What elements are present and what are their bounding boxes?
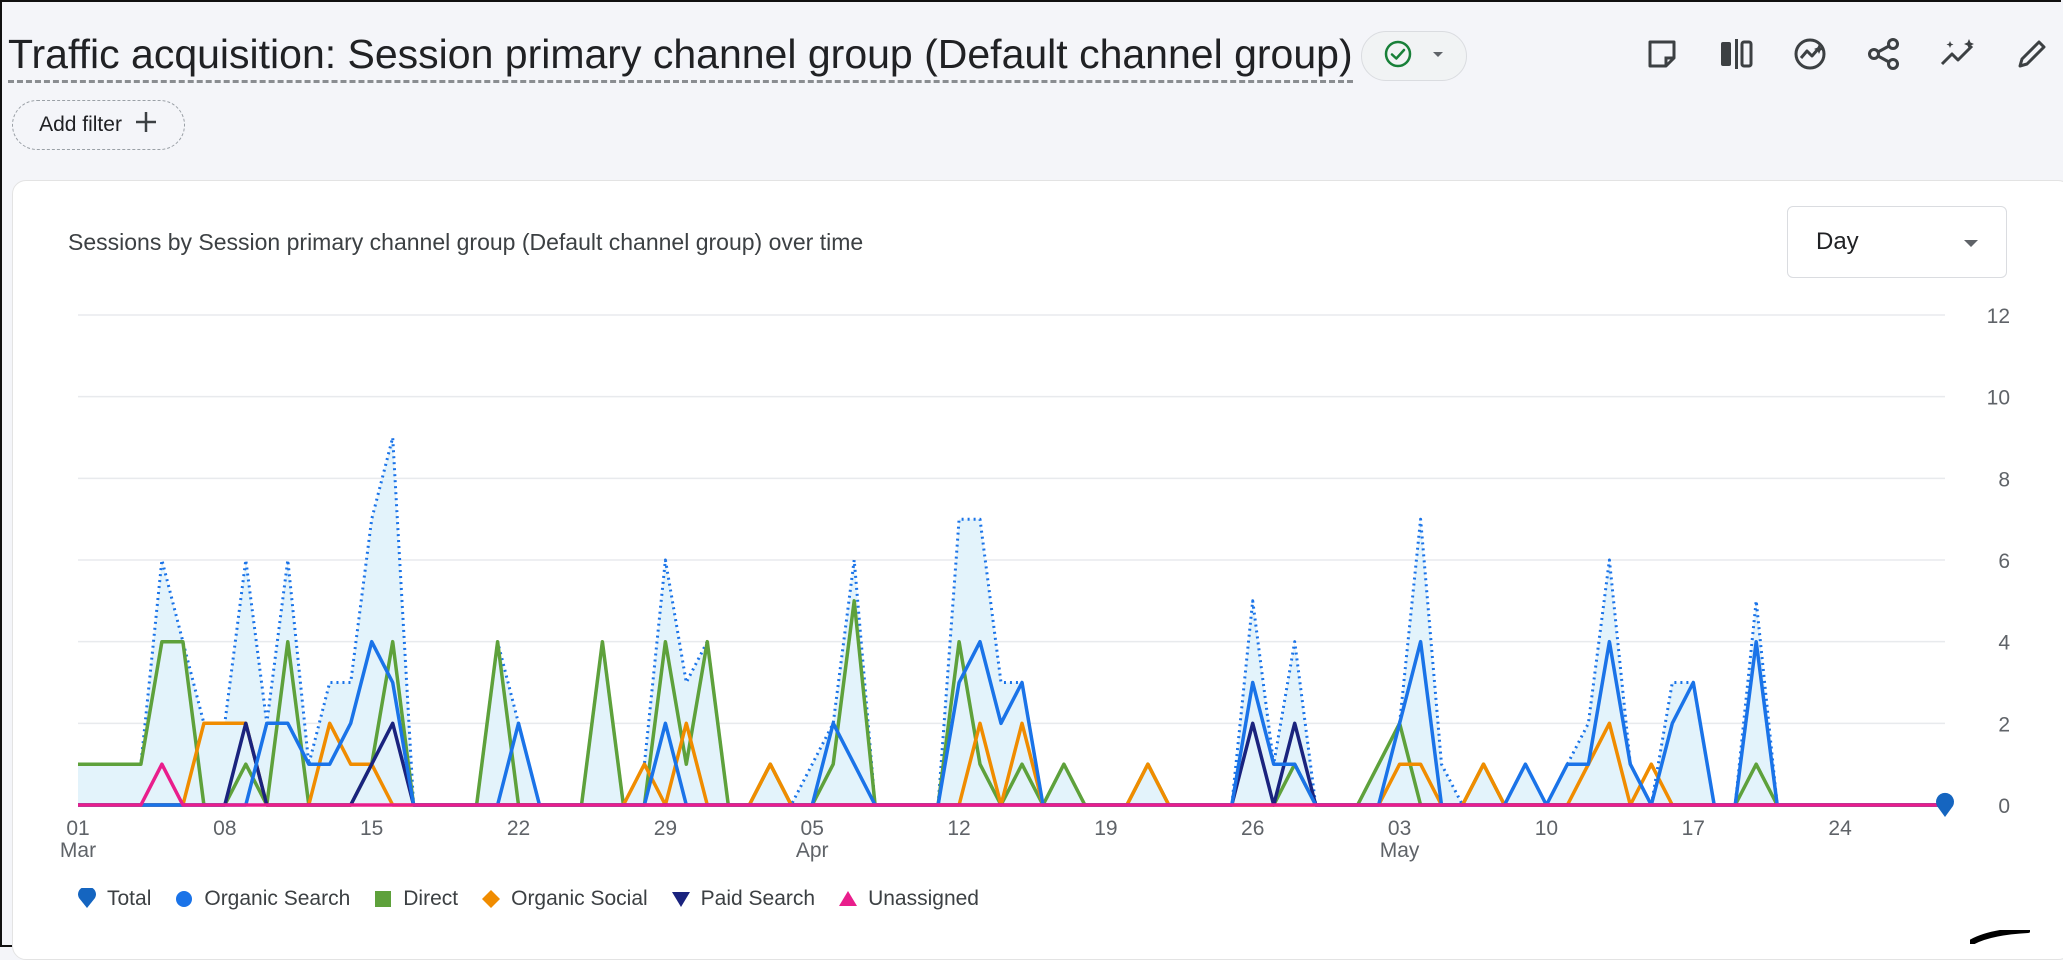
diamond-marker-icon xyxy=(482,890,501,908)
y-tick-layer: 0 2 4 6 8 10 12 xyxy=(1987,305,2011,818)
x-tick-label: 12 xyxy=(947,817,970,840)
legend-item-paid-search[interactable]: Paid Search xyxy=(670,887,815,911)
y-tick-label: 4 xyxy=(1998,632,2010,655)
square-marker-icon xyxy=(375,891,392,907)
x-tick-label: 15 xyxy=(360,817,383,840)
y-tick-label: 6 xyxy=(1998,550,2010,573)
y-tick-label: 0 xyxy=(1998,795,2010,818)
triangle-up-marker-icon xyxy=(839,891,858,906)
x-tick-label: 26 xyxy=(1241,817,1264,840)
legend-item-unassigned[interactable]: Unassigned xyxy=(837,887,979,911)
x-tick-label: 19 xyxy=(1094,817,1117,840)
legend-item-organic-social[interactable]: Organic Social xyxy=(480,887,648,911)
x-tick-label: 17 xyxy=(1682,817,1705,840)
x-tick-label: 10 xyxy=(1535,817,1558,840)
y-tick-label: 10 xyxy=(1987,387,2010,410)
x-tick-month-label: Apr xyxy=(796,839,829,862)
corner-mark xyxy=(1970,930,2030,944)
x-tick-label: 22 xyxy=(507,817,530,840)
legend-label: Unassigned xyxy=(868,887,979,910)
legend-item-total[interactable]: Total xyxy=(76,887,151,911)
circle-marker-icon xyxy=(176,891,193,907)
triangle-down-marker-icon xyxy=(671,892,690,907)
legend-label: Organic Social xyxy=(511,887,648,910)
x-tick-month-label: Mar xyxy=(60,839,96,862)
y-tick-label: 2 xyxy=(1998,713,2010,736)
legend-item-organic-search[interactable]: Organic Search xyxy=(173,887,350,911)
legend-item-direct[interactable]: Direct xyxy=(372,887,458,911)
x-tick-label: 29 xyxy=(654,817,677,840)
chart-legend: Total Organic Search Direct Organic Social P… xyxy=(76,884,979,914)
x-tick-label: 24 xyxy=(1828,817,1852,840)
legend-label: Paid Search xyxy=(700,887,816,910)
x-tick-label: 01 xyxy=(66,817,89,840)
y-tick-label: 8 xyxy=(1998,468,2010,491)
legend-label: Total xyxy=(107,887,152,910)
legend-label: Organic Search xyxy=(204,887,351,910)
x-tick-layer: 01Mar 08 15 22 29 05Apr 12 19 26 03May 10 17 24 xyxy=(60,817,1852,862)
y-tick-label: 12 xyxy=(1987,305,2010,328)
teardrop-marker-icon xyxy=(78,888,96,908)
legend-label: Direct xyxy=(403,887,459,910)
x-tick-label: 08 xyxy=(213,817,236,840)
x-tick-label: 03 xyxy=(1388,817,1411,840)
total-end-marker xyxy=(1936,792,1954,817)
x-tick-label: 05 xyxy=(801,817,824,840)
x-tick-month-label: May xyxy=(1380,839,1420,862)
sessions-line-chart: 024681012 01Mar08 15 22 29 05Apr12 19 26 03May1… xyxy=(60,305,2011,862)
